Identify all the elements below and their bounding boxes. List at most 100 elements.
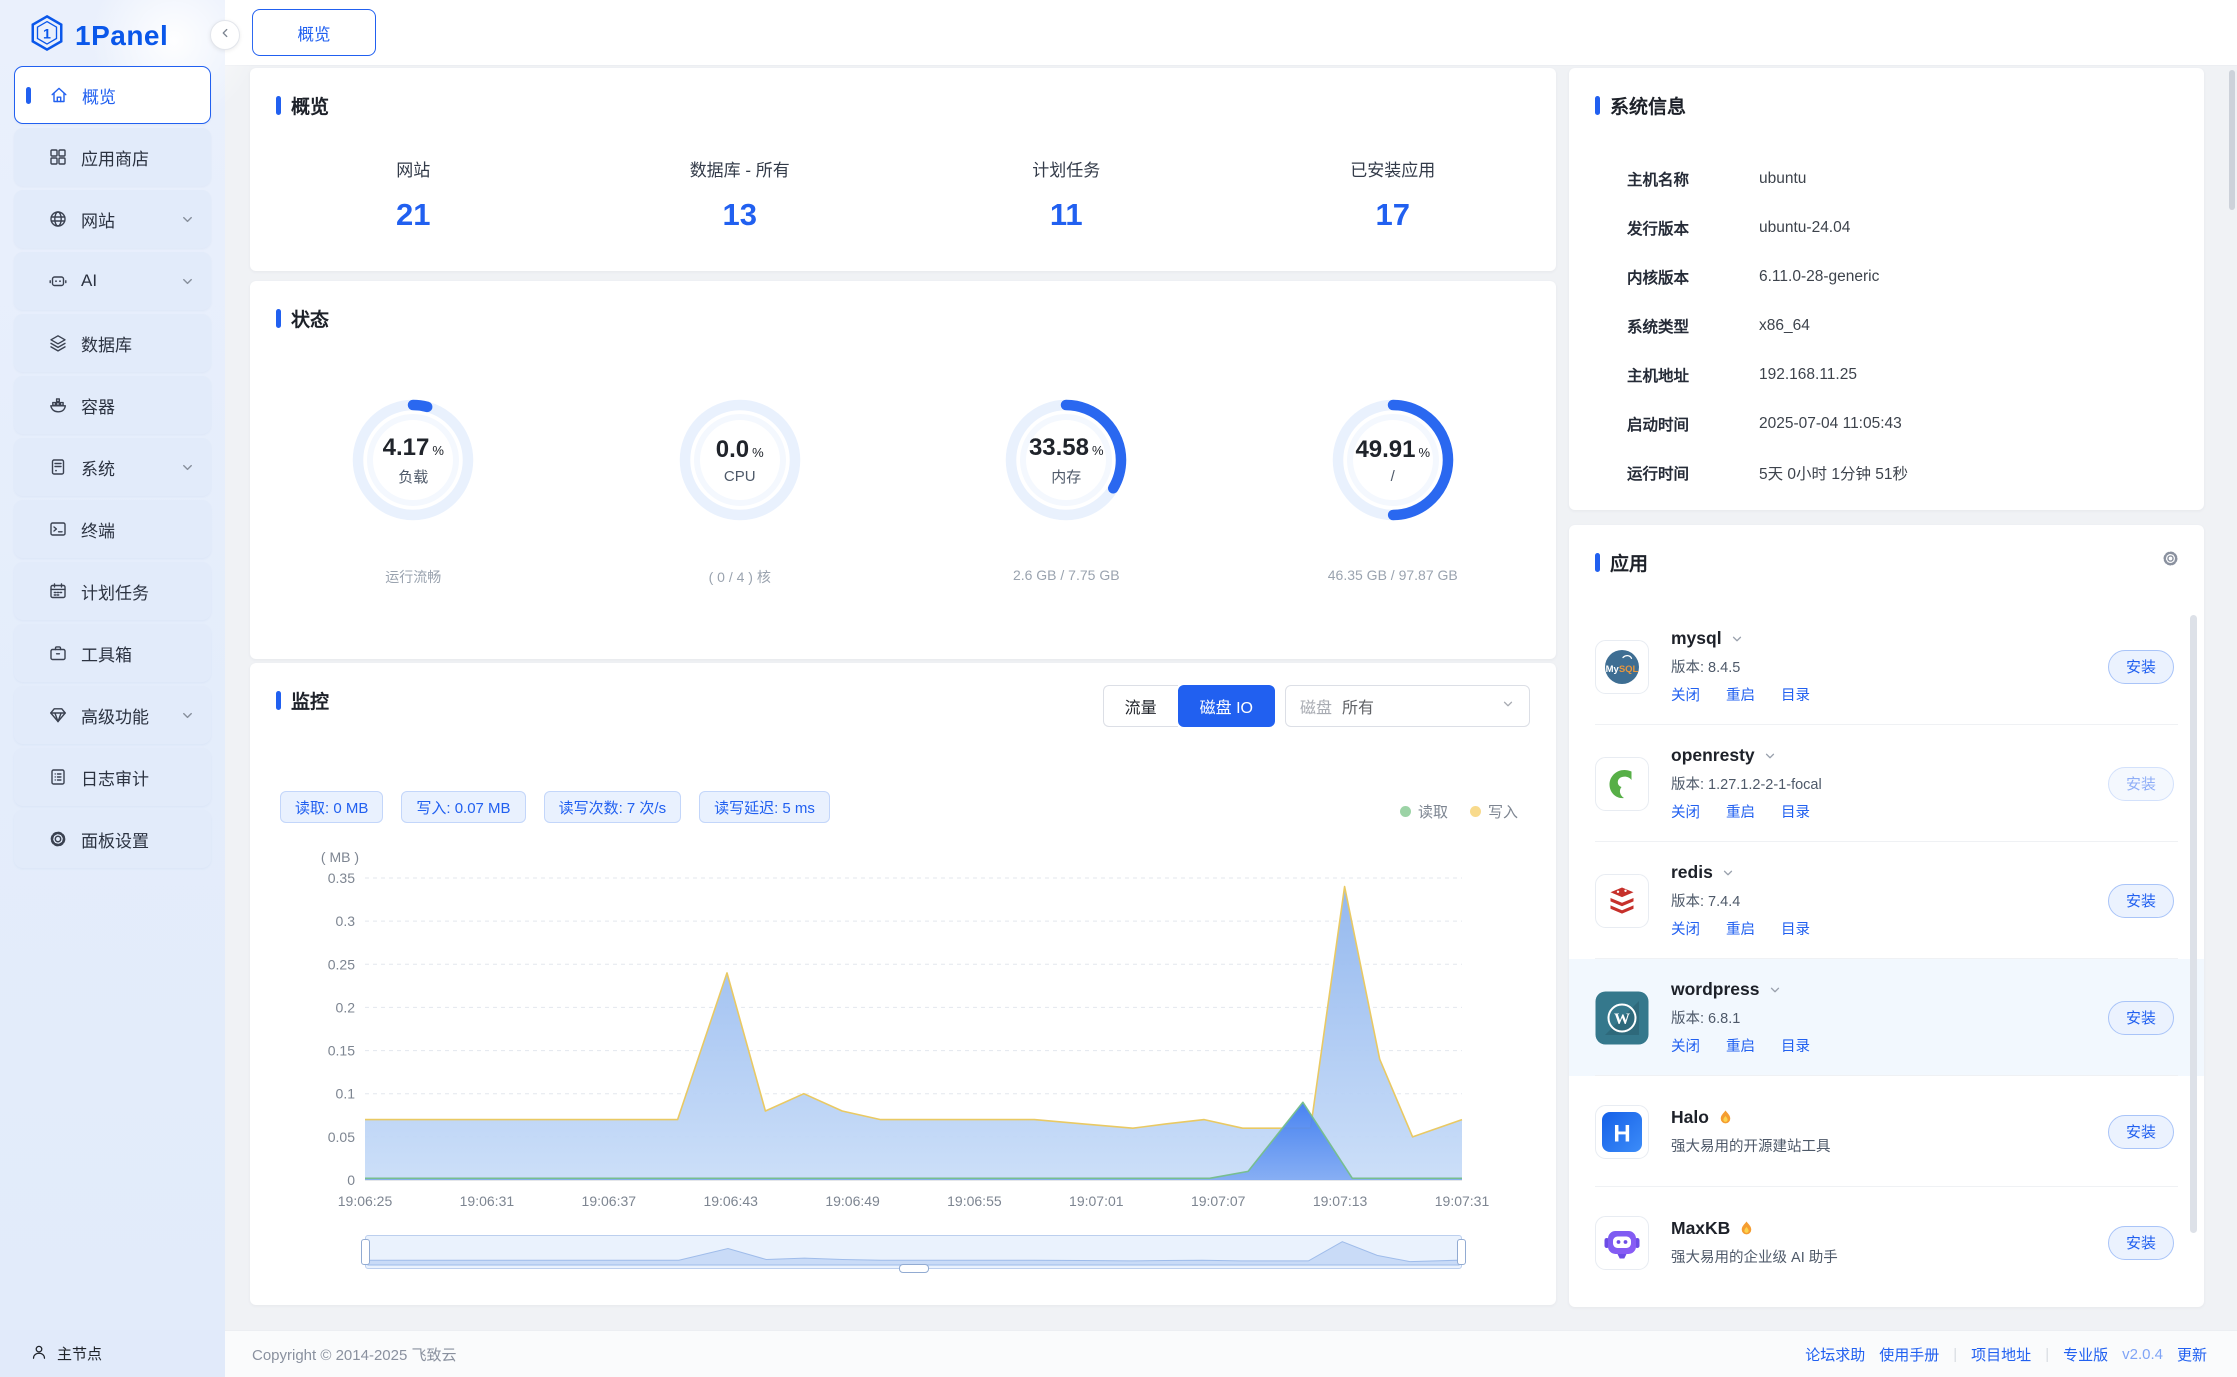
app-name[interactable]: Halo (1671, 1107, 1831, 1128)
footer-link[interactable]: 论坛求助 (1805, 1344, 1865, 1365)
app-action-link[interactable]: 重启 (1726, 1035, 1755, 1056)
monitor-tab-disk-io[interactable]: 磁盘 IO (1178, 685, 1275, 727)
monitor-tab-group: 流量 磁盘 IO (1103, 685, 1275, 727)
app-action-link[interactable]: 目录 (1781, 918, 1810, 939)
stat-value[interactable]: 21 (250, 197, 577, 233)
app-name[interactable]: redis (1671, 862, 1810, 883)
sidebar-collapse-button[interactable] (210, 20, 240, 50)
install-button[interactable]: 安装 (2108, 1001, 2174, 1035)
gear-icon (2161, 549, 2180, 568)
layers-icon (48, 333, 68, 353)
Halo-logo-icon: H (1595, 1105, 1649, 1159)
sidebar-item-ai[interactable]: AI (14, 252, 211, 310)
apps-scrollbar[interactable] (2190, 615, 2197, 1233)
sidebar-item-toolbox[interactable]: 工具箱 (14, 624, 211, 682)
svg-text:19:07:01: 19:07:01 (1069, 1193, 1124, 1209)
sidebar-item-label: 容器 (81, 393, 115, 418)
sidebar-item-cron[interactable]: 计划任务 (14, 562, 211, 620)
app-name[interactable]: openresty (1671, 745, 1822, 766)
sidebar-item-container[interactable]: 容器 (14, 376, 211, 434)
gauge-center: 33.58% 内存 (991, 385, 1141, 535)
sidebar-item-settings[interactable]: 面板设置 (14, 810, 211, 868)
gauge-center: 4.17% 负载 (338, 385, 488, 535)
sidebar-item-label: 日志审计 (81, 765, 149, 790)
apps-settings-gear-icon[interactable] (2161, 549, 2180, 573)
app-meta: 强大易用的开源建站工具 (1671, 1135, 1831, 1156)
legend-item-读取[interactable]: 读取 (1400, 801, 1448, 822)
gauge-subtitle: 46.35 GB / 97.87 GB (1328, 567, 1458, 583)
sidebar-item-label: AI (81, 271, 97, 291)
sidebar-node[interactable]: 主节点 (0, 1330, 225, 1377)
sidebar-item-terminal[interactable]: 终端 (14, 500, 211, 558)
node-label: 主节点 (57, 1343, 102, 1364)
gauge-value: 33.58% (1029, 434, 1104, 462)
app-actions: 关闭 重启 目录 (1671, 801, 1822, 822)
title-accent-bar (276, 309, 281, 328)
briefcase-icon (48, 643, 68, 663)
system-info-label: 主机名称 (1627, 168, 1727, 190)
stat-已安装应用: 已安装应用 17 (1230, 156, 1557, 233)
gauge-ring: 33.58% 内存 (991, 385, 1141, 535)
sidebar-menu: 概览 应用商店 网站 AI 数据库 容器 系统 终端 计划任务 (14, 66, 211, 872)
app-name-text: redis (1671, 862, 1713, 883)
install-button[interactable]: 安装 (2108, 884, 2174, 918)
system-info-value: x86_64 (1759, 317, 1810, 335)
disk-select[interactable]: 磁盘 所有 (1285, 685, 1530, 727)
system-info-label: 内核版本 (1627, 266, 1727, 288)
svg-text:19:07:13: 19:07:13 (1313, 1193, 1368, 1209)
route-tab-overview[interactable]: 概览 (252, 9, 376, 56)
stat-value[interactable]: 11 (903, 197, 1230, 233)
sidebar-item-label: 网站 (81, 207, 115, 232)
app-action-link[interactable]: 关闭 (1671, 684, 1700, 705)
app-action-link[interactable]: 目录 (1781, 1035, 1810, 1056)
sidebar-item-overview[interactable]: 概览 (14, 66, 211, 124)
system-info-value: ubuntu (1759, 170, 1806, 188)
sidebar-item-advanced[interactable]: 高级功能 (14, 686, 211, 744)
sidebar-item-appstore[interactable]: 应用商店 (14, 128, 211, 186)
app-name[interactable]: MaxKB (1671, 1218, 1838, 1239)
app-info: Halo 强大易用的开源建站工具 (1671, 1107, 1831, 1156)
page-scrollbar[interactable] (2229, 70, 2235, 210)
brush-handle-right[interactable] (1457, 1239, 1466, 1265)
MaxKB-logo-icon (1595, 1216, 1649, 1270)
stat-value[interactable]: 17 (1230, 197, 1557, 233)
app-action-link[interactable]: 重启 (1726, 918, 1755, 939)
svg-text:19:06:43: 19:06:43 (703, 1193, 758, 1209)
app-action-link[interactable]: 关闭 (1671, 1035, 1700, 1056)
disk-io-stat-badge: 读写延迟: 5 ms (699, 791, 830, 823)
brush-handle-left[interactable] (361, 1239, 370, 1265)
gauge-value: 0.0% (716, 436, 764, 464)
footer-link[interactable]: 项目地址 (1971, 1344, 2031, 1365)
sidebar-item-database[interactable]: 数据库 (14, 314, 211, 372)
app-action-link[interactable]: 关闭 (1671, 918, 1700, 939)
install-button[interactable]: 安装 (2108, 1226, 2174, 1260)
legend-item-写入[interactable]: 写入 (1470, 801, 1518, 822)
chart-zoom-brush[interactable] (365, 1235, 1462, 1269)
svg-text:0: 0 (347, 1172, 355, 1188)
app-action-link[interactable]: 目录 (1781, 801, 1810, 822)
logo[interactable]: 1 1Panel (0, 0, 225, 57)
app-name[interactable]: wordpress (1671, 979, 1810, 1000)
install-button[interactable]: 安装 (2108, 650, 2174, 684)
sidebar-item-system[interactable]: 系统 (14, 438, 211, 496)
app-name-text: wordpress (1671, 979, 1760, 1000)
update-link[interactable]: 更新 (2177, 1344, 2207, 1365)
brush-grip[interactable] (899, 1264, 929, 1273)
stat-value[interactable]: 13 (577, 197, 904, 233)
footer-link[interactable]: 使用手册 (1879, 1344, 1939, 1365)
install-button[interactable]: 安装 (2108, 1115, 2174, 1149)
system-info-row: 主机名称 ubuntu (1627, 154, 2178, 203)
app-name[interactable]: mysql (1671, 628, 1810, 649)
footer-link[interactable]: 专业版 (2063, 1344, 2108, 1365)
monitor-tab-traffic[interactable]: 流量 (1103, 685, 1178, 727)
app-action-link[interactable]: 重启 (1726, 684, 1755, 705)
status-card: 状态 4.17% 负载 运行流畅 0.0% CPU (250, 281, 1556, 659)
app-action-link[interactable]: 关闭 (1671, 801, 1700, 822)
sidebar-item-label: 工具箱 (81, 641, 132, 666)
app-info: openresty 版本: 1.27.1.2-2-1-focal 关闭重启目录 (1671, 745, 1822, 822)
install-button[interactable]: 安装 (2108, 767, 2174, 801)
sidebar-item-logs[interactable]: 日志审计 (14, 748, 211, 806)
sidebar-item-website[interactable]: 网站 (14, 190, 211, 248)
app-action-link[interactable]: 目录 (1781, 684, 1810, 705)
app-action-link[interactable]: 重启 (1726, 801, 1755, 822)
